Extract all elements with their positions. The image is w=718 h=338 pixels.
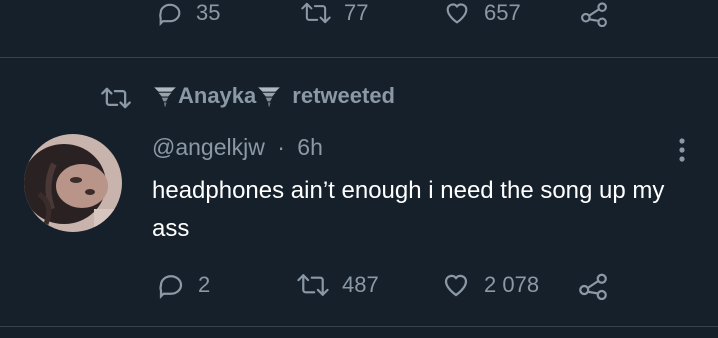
like-count: 2 078 (484, 272, 540, 297)
reply-icon (159, 3, 181, 27)
retweeted-by[interactable]: Anayka retweeted (152, 83, 395, 109)
avatar-image (24, 134, 122, 232)
heart-icon (446, 3, 468, 24)
retweet-count: 77 (344, 0, 369, 25)
meta-separator: · (277, 134, 285, 160)
retweet-icon (301, 2, 331, 24)
retweet-button[interactable]: 77 (300, 0, 368, 27)
tweet-text: headphones ain’t enough i need the song … (152, 177, 665, 242)
tweet-divider (0, 57, 718, 58)
retweet-count: 487 (342, 272, 379, 297)
share-button[interactable] (578, 0, 610, 27)
heart-icon (444, 274, 468, 297)
reply-count: 35 (196, 0, 221, 25)
more-icon[interactable] (672, 136, 692, 164)
retweet-icon (101, 87, 131, 109)
retweet-icon (297, 274, 329, 296)
reply-button[interactable]: 2 (156, 270, 210, 300)
like-count: 657 (484, 0, 521, 25)
tornado-emoji (258, 87, 281, 107)
retweeter-name[interactable]: Anayka (178, 83, 256, 109)
author-handle[interactable]: @angelkjw (152, 134, 265, 160)
retweet-header: Anayka retweeted (0, 80, 718, 116)
like-button[interactable]: 657 (442, 0, 521, 27)
share-icon (579, 273, 607, 300)
tornado-emoji (154, 87, 176, 107)
share-button[interactable] (576, 270, 610, 300)
tweet-divider (0, 326, 718, 327)
retweeted-label: retweeted (292, 83, 395, 108)
reply-button[interactable]: 35 (156, 0, 220, 27)
tweet-actions: 2 487 2 078 (0, 268, 718, 308)
avatar[interactable] (24, 134, 122, 232)
tweet-meta: @angelkjw · 6h (152, 134, 323, 161)
like-button[interactable]: 2 078 (440, 270, 539, 300)
retweet-button[interactable]: 487 (296, 270, 379, 300)
reply-icon (159, 275, 183, 299)
tweet-time[interactable]: 6h (297, 134, 323, 160)
previous-tweet-actions: 35 77 657 (0, 0, 718, 40)
reply-count: 2 (198, 272, 211, 297)
share-icon (581, 2, 607, 27)
